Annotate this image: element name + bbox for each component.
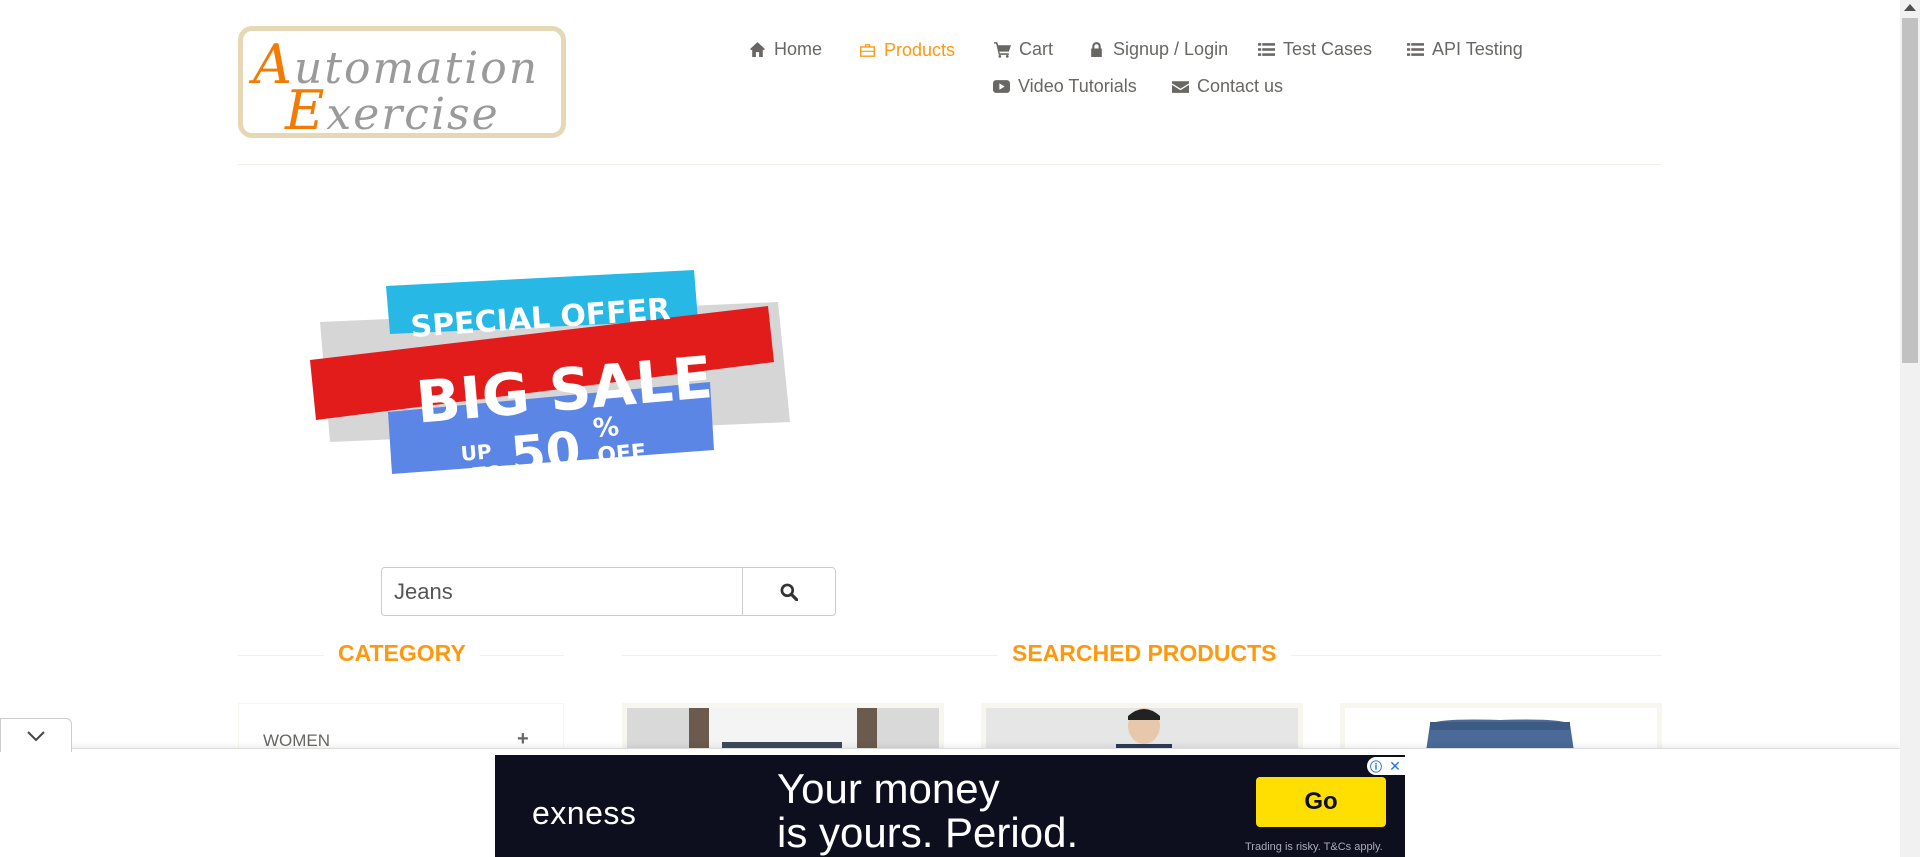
ad-brand: exness xyxy=(532,795,637,831)
banner-fifty: 50 xyxy=(509,421,583,485)
envelope-icon xyxy=(1172,81,1189,93)
sale-banner: SPECIAL OFFER BIG SALE UP TO 50 % OFF xyxy=(310,270,790,487)
nav-products-label: Products xyxy=(884,40,956,60)
ad-headline-line-1: Your money xyxy=(777,765,1000,812)
search-button[interactable] xyxy=(742,567,836,616)
scroll-up-arrow-icon[interactable] xyxy=(1904,4,1916,11)
logo-cap-2: E xyxy=(285,79,327,138)
nav-signup-login-label: Signup / Login xyxy=(1113,39,1229,59)
nav-video-tutorials[interactable]: Video Tutorials xyxy=(993,76,1137,97)
nav-api-testing-label: API Testing xyxy=(1432,39,1523,59)
logo-rest-2: xercise xyxy=(326,89,500,138)
lock-icon xyxy=(1091,42,1102,57)
ad-headline: Your money is yours. Period. xyxy=(777,767,1078,855)
nav-api-testing[interactable]: API Testing xyxy=(1407,39,1523,60)
home-icon xyxy=(750,42,765,57)
ad-collapse-tab[interactable] xyxy=(0,718,72,752)
nav-test-cases[interactable]: Test Cases xyxy=(1258,39,1372,60)
nav-cart-label: Cart xyxy=(1019,39,1054,59)
nav-contact-us-label: Contact us xyxy=(1197,76,1284,96)
briefcase-icon xyxy=(860,44,875,57)
ad-headline-line-2: is yours. Period. xyxy=(777,809,1079,856)
nav-cart[interactable]: Cart xyxy=(994,39,1053,60)
chevron-down-icon xyxy=(27,730,45,741)
nav-home[interactable]: Home xyxy=(749,39,822,60)
ad-fine-print: Trading is risky. T&Cs apply. xyxy=(1245,841,1383,853)
cart-icon xyxy=(994,42,1011,58)
nav-signup-login[interactable]: Signup / Login xyxy=(1088,39,1228,60)
nav-products[interactable]: Products xyxy=(859,40,955,61)
search-icon xyxy=(780,583,798,601)
search-input[interactable] xyxy=(381,567,747,616)
ad-banner[interactable]: exness Your money is yours. Period. Go T… xyxy=(495,755,1405,857)
ad-close-icon[interactable]: ✕ xyxy=(1385,757,1405,775)
logo-line-2: Exercise xyxy=(285,79,500,138)
nav-test-cases-label: Test Cases xyxy=(1283,39,1373,59)
ad-go-button[interactable]: Go xyxy=(1256,777,1386,827)
category-title: CATEGORY xyxy=(324,640,480,667)
banner-percent: % xyxy=(592,412,621,444)
banner-off: OFF xyxy=(596,440,647,469)
site-logo[interactable]: Automation Exercise xyxy=(238,26,566,138)
searched-products-title: SEARCHED PRODUCTS xyxy=(998,640,1291,667)
page: Automation Exercise Home Products Cart S… xyxy=(0,0,1920,857)
list-icon xyxy=(1258,43,1275,56)
nav-home-label: Home xyxy=(774,39,823,59)
header-divider xyxy=(238,164,1662,165)
youtube-icon xyxy=(993,80,1010,93)
ad-info-icon[interactable]: ⓘ xyxy=(1367,757,1385,775)
scrollbar-thumb[interactable] xyxy=(1902,18,1918,363)
nav-contact-us[interactable]: Contact us xyxy=(1172,76,1283,97)
nav-video-tutorials-label: Video Tutorials xyxy=(1018,76,1137,96)
banner-to: TO xyxy=(472,460,505,487)
list-icon xyxy=(1407,43,1424,56)
